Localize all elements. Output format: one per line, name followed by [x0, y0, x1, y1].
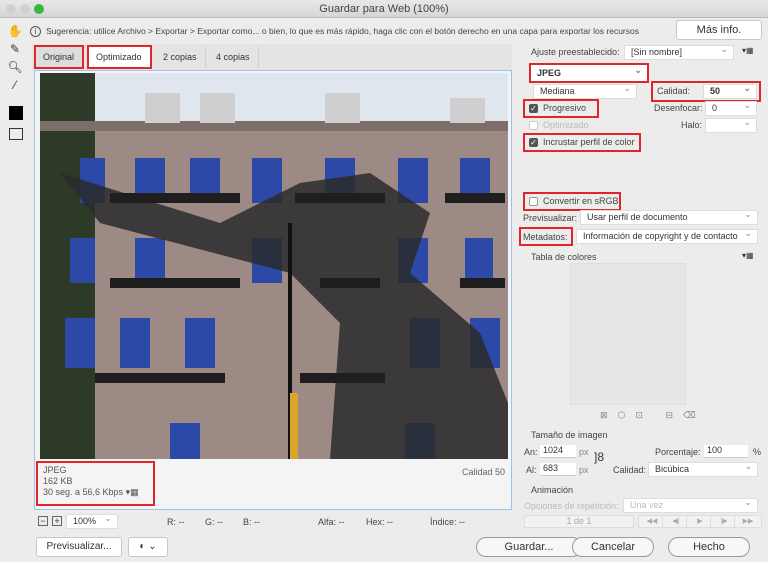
info-icon: i — [30, 26, 41, 37]
width-label: An: — [524, 447, 538, 457]
file-format: JPEG — [43, 465, 67, 475]
width-unit: px — [579, 447, 589, 457]
quality-select[interactable]: 50 — [703, 82, 757, 99]
percent-input[interactable]: 100 — [704, 445, 748, 458]
blue-readout: B: -- — [243, 517, 260, 527]
quality-readout: Calidad 50 — [462, 467, 506, 477]
hand-tool-icon[interactable]: ✋ — [6, 22, 24, 40]
hint-text: Sugerencia: utilice Archivo > Exportar >… — [46, 26, 639, 36]
width-input[interactable]: 1024 — [540, 445, 576, 458]
convert-srgb-checkbox[interactable] — [529, 197, 538, 206]
embed-profile-checkbox[interactable]: ✓ — [529, 138, 538, 147]
window-title: Guardar para Web (100%) — [319, 3, 449, 15]
animation-title: Animación — [531, 485, 574, 495]
embed-profile-label: Incrustar perfil de color — [543, 137, 635, 147]
index-readout: Índice: -- — [430, 517, 466, 527]
cancel-button[interactable]: Cancelar — [572, 537, 654, 557]
eyedropper-color-swatch[interactable] — [9, 106, 23, 120]
alpha-readout: Alfa: -- — [318, 517, 345, 527]
zoom-button[interactable] — [34, 4, 44, 14]
zoom-out-button[interactable]: − — [38, 516, 48, 526]
last-frame-icon[interactable]: ▶▶ — [734, 515, 762, 528]
download-speed-menu-icon[interactable]: ▾▦ — [126, 487, 139, 497]
quality-label: Calidad: — [657, 86, 691, 96]
optimized-image-preview[interactable] — [40, 73, 508, 459]
loop-label: Opciones de repetición: — [524, 501, 619, 511]
preview-in-browser-button[interactable]: Previsualizar... — [36, 537, 122, 557]
more-info-button[interactable]: Más info. — [676, 20, 762, 40]
preset-select[interactable]: [Sin nombre] — [624, 43, 734, 60]
percent-label: Porcentaje: — [655, 447, 701, 457]
tab-original[interactable]: Original — [33, 45, 85, 69]
hint-bar: i Sugerencia: utilice Archivo > Exportar … — [30, 20, 670, 42]
save-button[interactable]: Guardar... — [476, 537, 582, 557]
preview-profile-select[interactable]: Usar perfil de documento — [580, 208, 758, 225]
zoom-in-button[interactable]: + — [52, 516, 62, 526]
height-unit: px — [579, 465, 589, 475]
metadata-select[interactable]: Información de copyright y de contacto — [576, 227, 758, 244]
file-format-select[interactable]: JPEG — [529, 62, 649, 83]
red-readout: R: -- — [167, 517, 185, 527]
green-readout: G: -- — [205, 517, 223, 527]
preset-label: Ajuste preestablecido: — [531, 47, 620, 57]
height-label: Al: — [526, 465, 537, 475]
optimize-menu-icon[interactable]: ▾▦ — [742, 46, 754, 55]
height-input[interactable]: 683 — [540, 463, 576, 476]
matte-select[interactable] — [705, 116, 757, 133]
toggle-slices-icon[interactable] — [9, 128, 23, 140]
frame-counter: 1 de 1 — [524, 515, 634, 528]
zoom-tool-icon[interactable]: 🔍︎ — [6, 58, 24, 76]
minimize-button[interactable] — [20, 4, 30, 14]
progressive-checkbox[interactable]: ✓ — [529, 104, 538, 113]
loop-select[interactable]: Una vez — [623, 496, 758, 513]
percent-unit: % — [753, 447, 762, 457]
optimized-checkbox[interactable] — [529, 121, 538, 130]
zoom-level-select[interactable]: 100% — [66, 512, 118, 529]
progressive-label: Progresivo — [543, 103, 587, 113]
blur-select[interactable]: 0 — [705, 99, 757, 116]
tab-2-up[interactable]: 2 copias — [155, 46, 206, 68]
matte-label: Halo: — [681, 120, 703, 130]
close-button[interactable] — [6, 4, 16, 14]
blur-label: Desenfocar: — [654, 103, 703, 113]
tab-optimized[interactable]: Optimizado — [87, 45, 152, 69]
eyedropper-tool-icon[interactable]: ⁄ — [6, 76, 24, 94]
browser-select-icon[interactable]: ◐ ⌄ — [128, 537, 168, 557]
optimized-info: JPEG 162 KB 30 seg. a 56,6 Kbps ▾▦ — [43, 465, 139, 498]
link-proportions-icon[interactable]: ]8 — [594, 450, 604, 464]
done-button[interactable]: Hecho — [668, 537, 750, 557]
download-time: 30 seg. a 56,6 Kbps — [43, 487, 124, 497]
optimized-label: Optimizado — [543, 120, 589, 130]
image-size-title: Tamaño de imagen — [531, 430, 608, 440]
color-table-actions-icon[interactable]: ⊠⬡⊡ ⊟⌫ — [600, 410, 706, 421]
tab-4-up[interactable]: 4 copias — [208, 46, 259, 68]
preview-label: Previsualizar: — [523, 213, 578, 223]
convert-srgb-label: Convertir en sRGB — [543, 196, 619, 206]
resample-label: Calidad: — [613, 465, 647, 475]
color-table — [570, 263, 686, 405]
color-table-label: Tabla de colores — [531, 252, 597, 262]
file-size: 162 KB — [43, 476, 73, 486]
title-bar: Guardar para Web (100%) — [0, 0, 768, 18]
slice-select-tool-icon[interactable]: ✎ — [6, 40, 24, 58]
color-table-menu-icon[interactable]: ▾▦ — [742, 251, 754, 260]
hex-readout: Hex: -- — [366, 517, 393, 527]
compression-select[interactable]: Mediana — [533, 82, 637, 99]
resample-select[interactable]: Bicúbica — [648, 460, 758, 477]
metadata-label: Metadatos: — [523, 232, 568, 242]
